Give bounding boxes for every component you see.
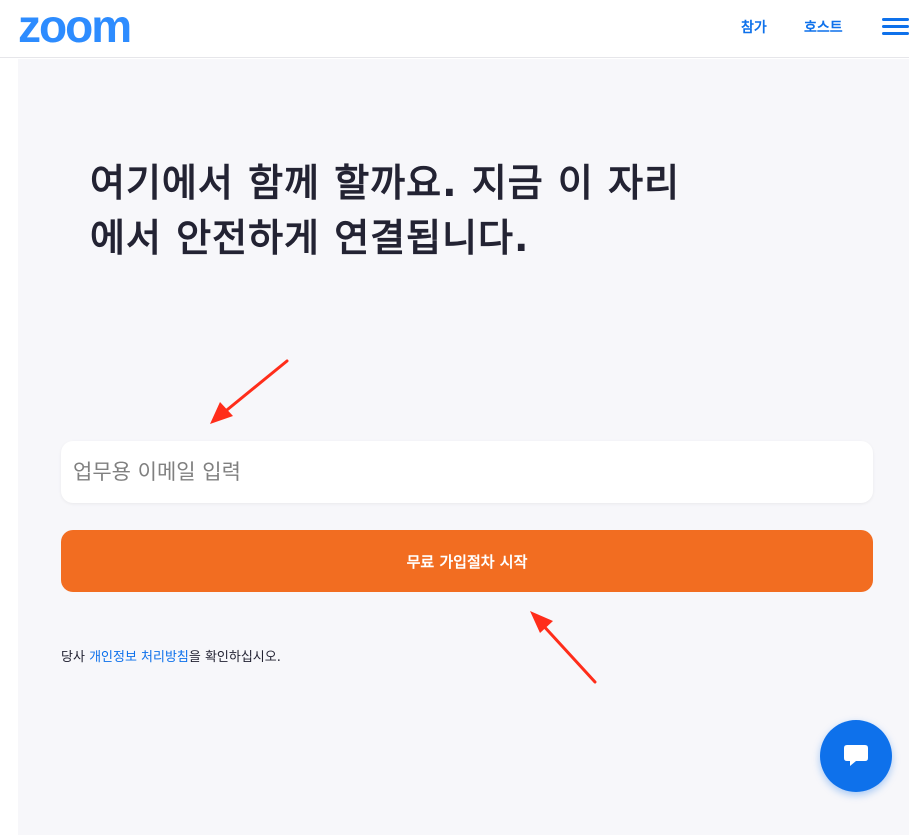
zoom-logo[interactable]: zoom: [18, 2, 132, 50]
chat-button[interactable]: [820, 720, 892, 792]
privacy-policy-link[interactable]: 개인정보 처리방침: [89, 650, 189, 665]
work-email-input[interactable]: [61, 441, 873, 503]
nav-host-link[interactable]: 호스트: [804, 17, 843, 37]
hamburger-menu-icon[interactable]: [882, 16, 909, 38]
menu-bar: [882, 18, 909, 21]
menu-bar: [882, 25, 909, 28]
headline-line-1: 여기에서 함께 할까요. 지금 이 자리: [90, 161, 681, 205]
email-field-container: [61, 441, 873, 503]
menu-bar: [882, 32, 909, 35]
privacy-prefix: 당사: [61, 650, 90, 665]
hero-headline: 여기에서 함께 할까요. 지금 이 자리 에서 안전하게 연결됩니다.: [90, 156, 850, 266]
nav-join-link[interactable]: 참가: [741, 17, 767, 37]
top-header: zoom 참가 호스트: [0, 0, 909, 58]
privacy-suffix: 을 확인하십시오.: [188, 650, 281, 665]
chat-bubble-icon: [844, 745, 868, 766]
free-signup-button[interactable]: 무료 가입절차 시작: [61, 530, 873, 592]
headline-line-2: 에서 안전하게 연결됩니다.: [90, 216, 530, 260]
privacy-notice: 당사 개인정보 처리방침을 확인하십시오.: [61, 646, 281, 665]
